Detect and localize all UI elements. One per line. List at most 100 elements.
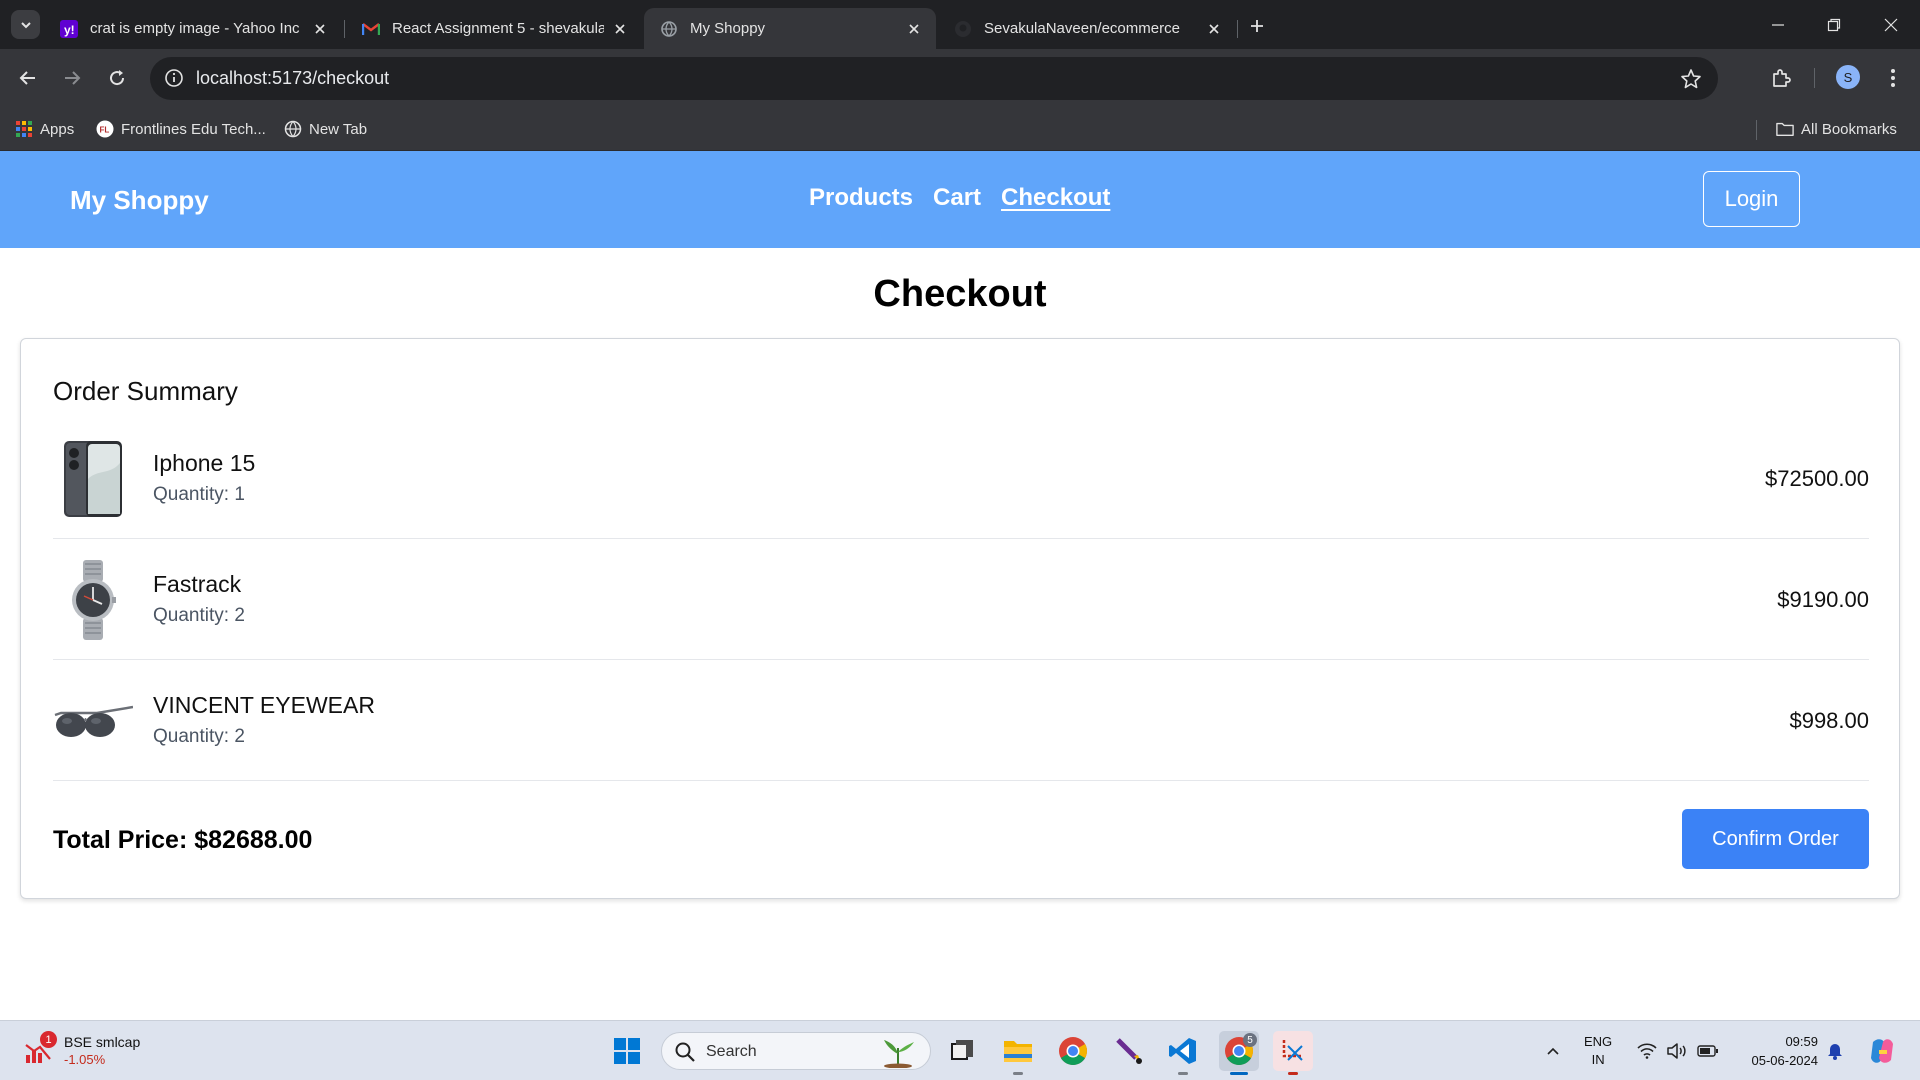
taskbar-search[interactable]: Search	[661, 1032, 931, 1070]
nav-link-checkout[interactable]: Checkout	[1001, 184, 1110, 212]
close-icon[interactable]	[1204, 19, 1224, 39]
nav-link-cart[interactable]: Cart	[933, 184, 981, 212]
restore-button[interactable]	[1805, 0, 1863, 49]
yahoo-icon: y!	[60, 19, 78, 38]
new-tab-button[interactable]	[1243, 12, 1271, 40]
sunglasses-image	[53, 681, 133, 761]
volume-icon	[1667, 1043, 1686, 1059]
bookmark-label: All Bookmarks	[1801, 120, 1897, 138]
close-window-button[interactable]	[1862, 0, 1920, 49]
back-button[interactable]	[11, 61, 45, 95]
tab-github[interactable]: SevakulaNaveen/ecommerce	[938, 8, 1236, 49]
close-icon[interactable]	[310, 19, 330, 39]
bookmark-label: Frontlines Edu Tech...	[121, 120, 266, 138]
wifi-status[interactable]	[1632, 1031, 1662, 1071]
plus-icon	[1251, 20, 1263, 32]
bookmark-star-icon[interactable]	[1678, 66, 1704, 92]
taskbar-snipping-app[interactable]	[1109, 1031, 1149, 1071]
taskbar-chrome[interactable]	[1053, 1031, 1093, 1071]
item-price: $72500.00	[1765, 466, 1869, 491]
clock-time: 09:59	[1785, 1034, 1818, 1049]
confirm-order-button[interactable]: Confirm Order	[1682, 809, 1869, 869]
running-indicator	[1288, 1072, 1298, 1075]
login-button[interactable]: Login	[1703, 171, 1800, 227]
brand-logo[interactable]: My Shoppy	[70, 185, 209, 216]
start-button[interactable]	[607, 1031, 647, 1071]
item-quantity: Quantity: 2	[153, 605, 245, 626]
profile-avatar[interactable]: S	[1836, 65, 1860, 89]
folder-icon	[1776, 120, 1794, 138]
close-icon[interactable]	[904, 19, 924, 39]
chevron-down-icon	[20, 21, 31, 28]
language-code: ENG	[1584, 1034, 1613, 1049]
nav-link-products[interactable]: Products	[809, 184, 913, 212]
chrome-icon	[1059, 1037, 1087, 1065]
show-hidden-icons[interactable]	[1538, 1031, 1568, 1071]
browser-menu-button[interactable]	[1876, 61, 1910, 95]
order-item: VINCENT EYEWEAR Quantity: 2 $998.00	[53, 660, 1869, 781]
url-text[interactable]: localhost:5173/checkout	[196, 68, 389, 89]
svg-text:FL: FL	[100, 126, 110, 135]
tab-yahoo[interactable]: y! crat is empty image - Yahoo Inc	[44, 8, 342, 49]
minimize-button[interactable]	[1749, 0, 1807, 49]
volume-status[interactable]	[1662, 1031, 1692, 1071]
bookmarks-bar: Apps FL Frontlines Edu Tech... New Tab A…	[0, 108, 1920, 151]
page-title: Checkout	[873, 273, 1047, 315]
tab-gmail[interactable]: React Assignment 5 - shevakula	[346, 8, 642, 49]
bookmarks-separator	[1756, 120, 1757, 140]
system-clock[interactable]: 09:59 05-06-2024	[1738, 1032, 1819, 1070]
region-code: IN	[1591, 1052, 1605, 1067]
item-name: VINCENT EYEWEAR	[153, 692, 375, 718]
order-summary-heading: Order Summary	[53, 376, 238, 406]
widget-title: BSE smlcap	[64, 1034, 141, 1050]
window-count-badge: 5	[1243, 1033, 1257, 1047]
tab-title: My Shoppy	[690, 20, 766, 37]
language-indicator[interactable]: ENG IN	[1584, 1033, 1612, 1069]
tab-title: crat is empty image - Yahoo Inc	[90, 20, 300, 37]
bookmark-new-tab[interactable]: New Tab	[284, 118, 367, 140]
reload-button[interactable]	[100, 61, 134, 95]
forward-button[interactable]	[55, 61, 89, 95]
notification-badge: 1	[40, 1031, 57, 1048]
kebab-menu-icon	[1891, 69, 1895, 87]
order-item: Iphone 15 Quantity: 1 $72500.00	[53, 418, 1869, 539]
globe-icon	[284, 120, 302, 138]
search-placeholder: Search	[706, 1043, 757, 1060]
site-info-icon[interactable]	[162, 66, 186, 90]
taskbar-vscode[interactable]	[1163, 1031, 1203, 1075]
restore-icon	[1827, 18, 1841, 31]
toolbar-divider	[1814, 68, 1815, 88]
widget-change: -1.05%	[64, 1052, 106, 1067]
close-icon[interactable]	[610, 19, 630, 39]
order-item: Fastrack Quantity: 2 $9190.00	[53, 539, 1869, 660]
tab-my-shoppy[interactable]: My Shoppy	[644, 8, 936, 49]
bookmark-frontlines[interactable]: FL Frontlines Edu Tech...	[96, 118, 266, 140]
all-bookmarks[interactable]: All Bookmarks	[1776, 118, 1897, 140]
tab-separator	[344, 20, 345, 38]
watch-image	[53, 560, 133, 640]
bookmark-apps[interactable]: Apps	[15, 118, 74, 140]
arrow-left-icon	[19, 71, 35, 85]
extensions-button[interactable]	[1764, 61, 1798, 95]
windows-taskbar: 1 BSE smlcap -1.05% Search 5 ENG IN 09:5…	[0, 1020, 1920, 1080]
reload-icon	[110, 70, 125, 86]
bookmark-label: Apps	[40, 120, 75, 138]
item-price: $998.00	[1789, 708, 1869, 733]
stock-widget[interactable]: 1 BSE smlcap -1.05%	[24, 1031, 184, 1071]
running-indicator	[1178, 1072, 1188, 1075]
clock-date: 05-06-2024	[1751, 1053, 1819, 1068]
taskbar-chrome-active[interactable]: 5	[1219, 1031, 1259, 1075]
copilot-button[interactable]	[1862, 1031, 1902, 1071]
item-name: Iphone 15	[153, 450, 256, 476]
running-indicator	[1230, 1072, 1248, 1075]
address-bar[interactable]: localhost:5173/checkout	[150, 57, 1718, 100]
svg-text:y!: y!	[64, 23, 75, 37]
tab-search-button[interactable]	[11, 10, 40, 39]
task-view-button[interactable]	[942, 1031, 982, 1071]
copilot-icon	[1871, 1039, 1893, 1063]
globe-icon	[660, 20, 678, 38]
taskbar-snipping-tool[interactable]	[1273, 1031, 1313, 1075]
battery-status[interactable]	[1692, 1031, 1724, 1071]
taskbar-file-explorer[interactable]	[998, 1031, 1038, 1075]
notifications-button[interactable]	[1822, 1031, 1848, 1071]
